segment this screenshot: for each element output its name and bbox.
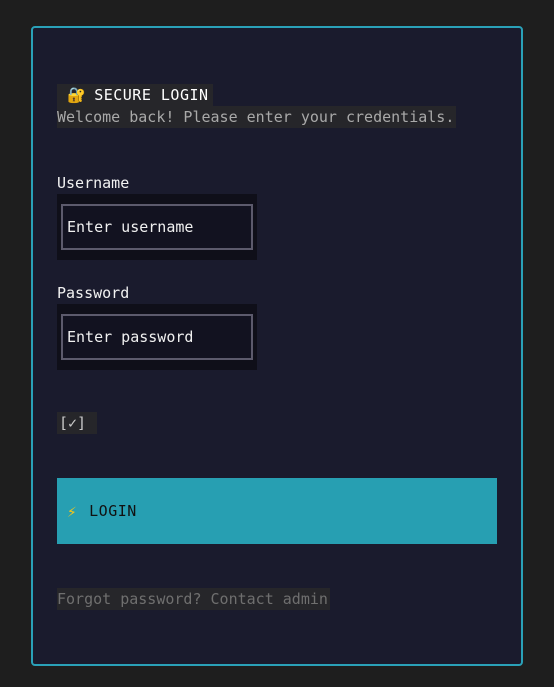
login-title-text: SECURE LOGIN	[94, 86, 209, 104]
username-field-container	[57, 194, 257, 260]
lock-with-key-icon: 🔐	[67, 86, 87, 104]
login-subtitle: Welcome back! Please enter your credenti…	[57, 106, 457, 128]
lightning-bolt-icon: ⚡	[67, 501, 78, 521]
username-input[interactable]	[61, 204, 253, 250]
login-button[interactable]: ⚡ LOGIN	[57, 478, 497, 544]
username-label: Username	[57, 174, 130, 192]
login-card: 🔐 SECURE LOGIN Welcome back! Please ente…	[31, 26, 523, 666]
remember-me-checkbox[interactable]: [✓]	[57, 412, 97, 434]
login-title: 🔐 SECURE LOGIN	[57, 84, 213, 106]
password-input[interactable]	[61, 314, 253, 360]
password-label: Password	[57, 284, 130, 302]
login-button-label: LOGIN	[89, 502, 137, 520]
forgot-password-link[interactable]: Forgot password? Contact admin	[57, 588, 330, 610]
password-field-container	[57, 304, 257, 370]
